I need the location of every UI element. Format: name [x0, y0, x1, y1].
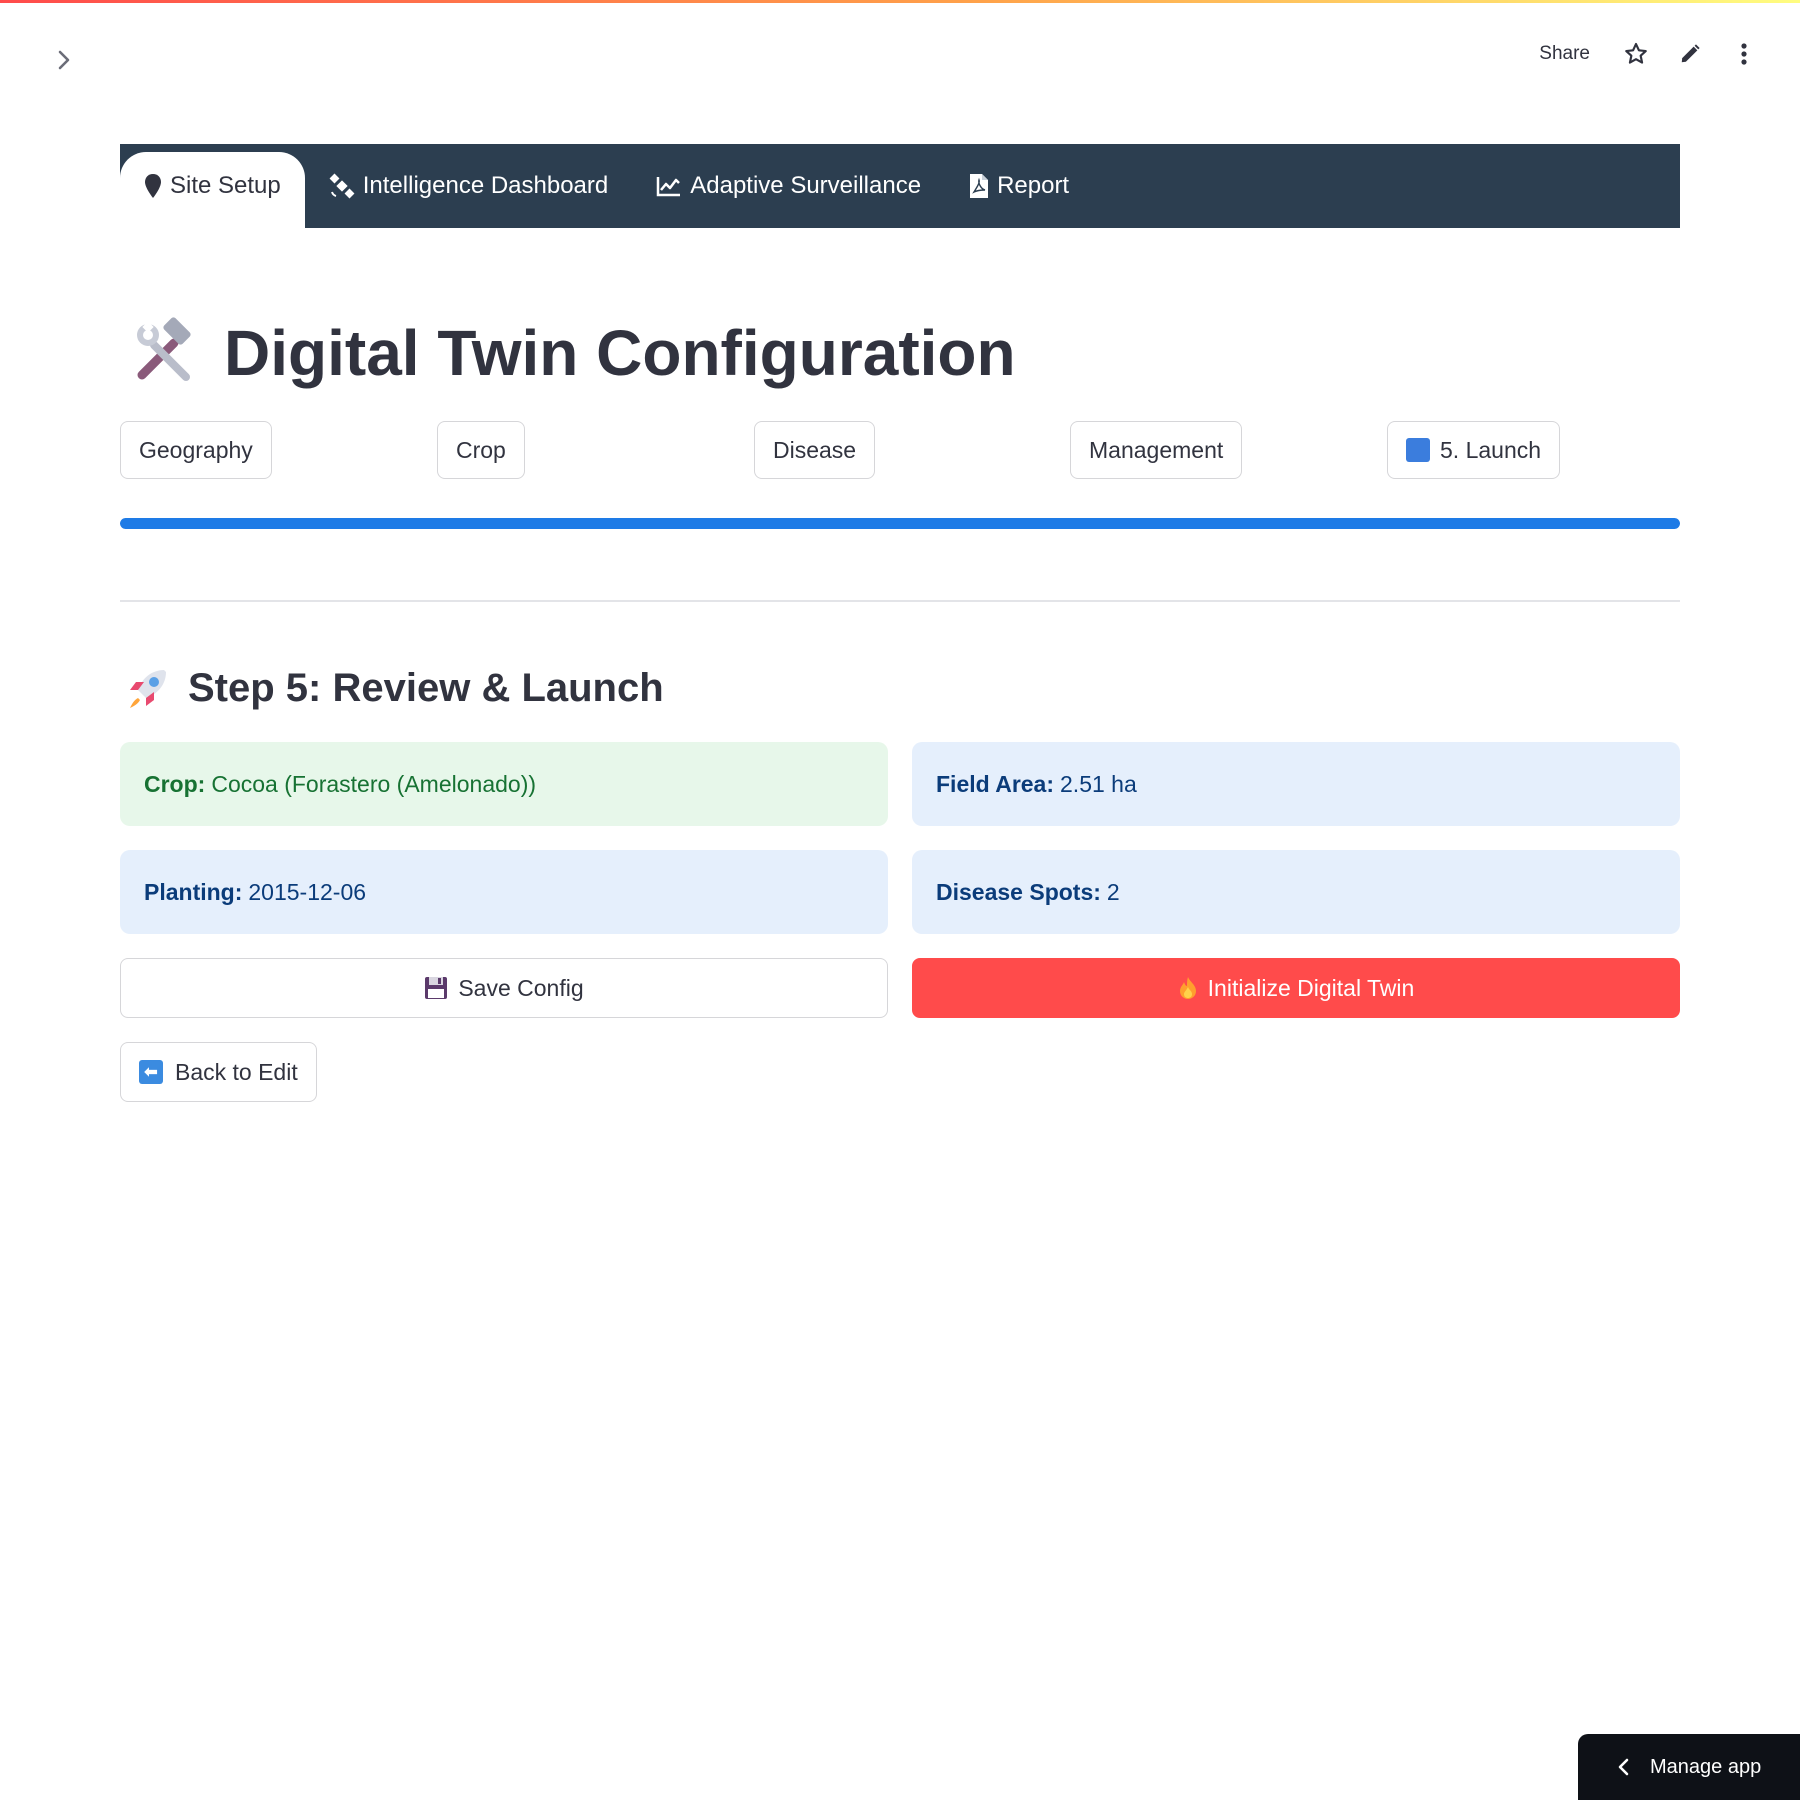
edit-pencil-icon[interactable] [1674, 38, 1706, 70]
chevron-right-icon [58, 50, 70, 70]
progress-bar [120, 518, 1680, 529]
step-heading: Step 5: Review & Launch [124, 664, 664, 712]
floppy-disk-icon [425, 977, 448, 999]
step-label: Management [1089, 436, 1224, 463]
save-config-label: Save Config [458, 974, 584, 1001]
hammer-and-wrench-icon [137, 317, 191, 381]
nav-tab-label: Site Setup [170, 172, 281, 199]
line-chart-icon [657, 177, 681, 197]
section-divider [120, 600, 1680, 602]
step-disease-button[interactable]: Disease [754, 421, 876, 479]
satellite-icon [329, 173, 355, 199]
step-crop-button[interactable]: Crop [437, 421, 525, 479]
step-geography-button[interactable]: Geography [120, 421, 272, 479]
planting-label: Planting: [144, 878, 243, 905]
back-to-edit-button[interactable]: ⬅ Back to Edit [120, 1042, 317, 1102]
crop-summary-box: Crop: Cocoa (Forastero (Amelonado)) [120, 742, 888, 826]
fire-icon [1179, 977, 1196, 999]
nav-tab-label: Intelligence Dashboard [362, 172, 609, 199]
step-label: Disease [773, 436, 857, 463]
share-button[interactable]: Share [1539, 43, 1590, 65]
top-decoration-stripe [0, 0, 1800, 3]
manage-app-button[interactable]: Manage app [1578, 1734, 1800, 1800]
pdf-file-icon [970, 174, 989, 198]
nav-tab-adaptive-surveillance[interactable]: Adaptive Surveillance [632, 152, 945, 220]
star-icon[interactable] [1620, 38, 1652, 70]
rocket-icon [130, 670, 166, 708]
blue-square-icon [1406, 438, 1430, 462]
save-config-button[interactable]: Save Config [120, 958, 888, 1018]
step-label: Geography [139, 436, 253, 463]
step-heading-text: Step 5: Review & Launch [188, 665, 664, 710]
sidebar-expand-button[interactable] [50, 46, 78, 74]
left-arrow-icon: ⬅ [139, 1060, 163, 1084]
field-area-value: 2.51 ha [1060, 770, 1137, 797]
step-label: Crop [456, 436, 506, 463]
main-navigation-bar: Site Setup Intelligence Dashboard Adapti… [120, 144, 1680, 228]
step-launch-button[interactable]: 5. Launch [1387, 421, 1561, 479]
progress-bar-fill [120, 518, 1680, 529]
crop-summary-value: Cocoa (Forastero (Amelonado)) [211, 770, 537, 797]
more-vertical-icon[interactable] [1728, 38, 1760, 70]
nav-tab-intelligence-dashboard[interactable]: Intelligence Dashboard [305, 152, 633, 220]
nav-tab-report[interactable]: Report [945, 152, 1093, 220]
nav-tab-label: Adaptive Surveillance [690, 172, 922, 199]
initialize-digital-twin-label: Initialize Digital Twin [1207, 974, 1415, 1001]
crop-summary-label: Crop: [144, 770, 206, 797]
planting-summary-box: Planting: 2015-12-06 [120, 850, 888, 934]
planting-value: 2015-12-06 [248, 878, 367, 905]
chevron-left-icon [1618, 1758, 1629, 1776]
disease-spots-label: Disease Spots: [936, 878, 1101, 905]
step-management-button[interactable]: Management [1070, 421, 1243, 479]
nav-tab-site-setup[interactable]: Site Setup [120, 152, 305, 228]
step-label: 5. Launch [1440, 436, 1542, 463]
page-title-text: Digital Twin Configuration [224, 317, 1016, 389]
page-title: Digital Twin Configuration [128, 316, 1016, 390]
back-to-edit-label: Back to Edit [175, 1058, 298, 1085]
field-area-summary-box: Field Area: 2.51 ha [912, 742, 1680, 826]
field-area-label: Field Area: [936, 770, 1055, 797]
map-pin-icon [145, 174, 161, 198]
disease-spots-value: 2 [1106, 878, 1120, 905]
manage-app-label: Manage app [1650, 1755, 1762, 1778]
top-toolbar: Share [1539, 36, 1760, 72]
disease-spots-summary-box: Disease Spots: 2 [912, 850, 1680, 934]
initialize-digital-twin-button[interactable]: Initialize Digital Twin [912, 958, 1680, 1018]
nav-tab-label: Report [997, 172, 1070, 199]
